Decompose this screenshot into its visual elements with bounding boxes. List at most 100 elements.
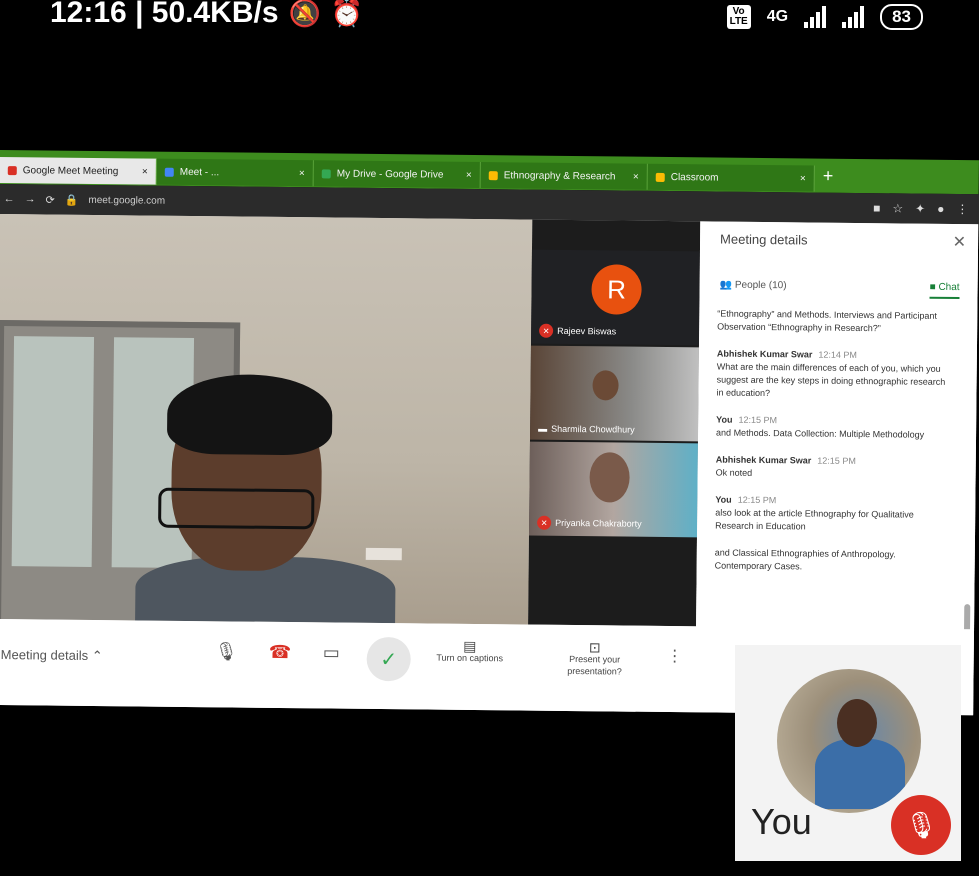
hang-up-icon[interactable]: ☎ <box>269 642 292 663</box>
self-label: You <box>751 801 812 842</box>
tab-label: Google Meet Meeting <box>22 164 119 177</box>
alarm-icon: ⏰ <box>330 0 364 28</box>
profile-icon[interactable]: ● <box>937 202 944 216</box>
meeting-details-label: Meeting details <box>0 647 89 663</box>
tab-label: Meet - ... <box>179 166 220 178</box>
speaker-hair <box>166 373 333 456</box>
chat-message: You 12:15 PM also look at the article Eth… <box>715 494 950 535</box>
camera-icon[interactable]: ▭ <box>323 642 340 663</box>
window-pane <box>11 336 95 567</box>
message-text: also look at the article Ethnography for… <box>715 507 914 532</box>
more-options-icon[interactable]: ⋮ <box>667 646 683 666</box>
url-field[interactable]: meet.google.com <box>88 194 165 206</box>
close-icon[interactable]: × <box>633 171 639 182</box>
chat-message: Abhishek Kumar Swar 12:14 PM What are the… <box>716 348 952 402</box>
tab-label: Ethnography & Research <box>503 169 616 182</box>
main-video <box>0 213 533 625</box>
tab-favicon-icon <box>7 165 17 175</box>
tab-chat[interactable]: ■ Chat <box>929 281 960 300</box>
avatar: R <box>591 264 642 315</box>
self-body <box>815 739 905 809</box>
new-tab-icon[interactable]: + <box>823 165 834 186</box>
mic-off-icon[interactable]: 🎙 <box>891 795 951 855</box>
participant-name-text: Sharmila Chowdhury <box>551 423 635 435</box>
message-text: and Methods. Data Collection: Multiple M… <box>716 427 925 440</box>
participant-face <box>589 452 630 503</box>
browser-tab[interactable]: Classroom × <box>647 163 815 192</box>
tab-people[interactable]: 👥 People (10) <box>720 280 787 298</box>
tab-favicon-icon <box>164 167 174 177</box>
tab-favicon-icon <box>655 172 665 182</box>
tab-label: Classroom <box>670 171 719 184</box>
panel-tabs: 👥 People (10) ■ Chat <box>720 280 960 300</box>
meeting-details-panel: Meeting details ✕ 👥 People (10) ■ Chat “… <box>696 221 979 645</box>
participant-strip: R ✕ Rajeev Biswas ▬ Sharmila Chowdhury ✕ Pr… <box>528 219 701 627</box>
message-text: and Classical Ethnographies of Anthropol… <box>714 547 896 572</box>
participant-face <box>592 370 619 401</box>
meeting-details-button[interactable]: Meeting details ⌃ <box>1 647 103 664</box>
tab-favicon-icon <box>321 168 331 178</box>
browser-tab[interactable]: Ethnography & Research × <box>480 162 648 190</box>
close-icon[interactable]: × <box>800 173 806 184</box>
chat-list: “Ethnography” and Methods. Interviews an… <box>714 308 952 589</box>
status-left: 12:16 | 50.4KB/s 🔕 ⏰ <box>50 0 363 30</box>
message-time: 12:15 PM <box>738 414 778 426</box>
signal-icon <box>804 6 827 28</box>
participant-name: ✕ Priyanka Chakraborty <box>537 515 642 531</box>
lock-icon: 🔒 <box>64 194 79 207</box>
message-text: What are the main differences of each of… <box>716 361 946 399</box>
author-name: You <box>715 494 732 505</box>
meet-window: R ✕ Rajeev Biswas ▬ Sharmila Chowdhury ✕ Pr… <box>0 213 979 716</box>
participant-tile[interactable]: R ✕ Rajeev Biswas <box>531 249 700 346</box>
phone-status-bar: 12:16 | 50.4KB/s 🔕 ⏰ Vo LTE 4G 83 <box>0 0 979 46</box>
microphone-icon[interactable]: 🎙 <box>215 641 238 662</box>
close-icon[interactable]: × <box>299 168 305 179</box>
mic-off-icon: ✕ <box>539 323 554 338</box>
browser-tab[interactable]: My Drive - Google Drive × <box>313 160 481 189</box>
time-speed: 12:16 | 50.4KB/s <box>50 0 279 29</box>
tab-label: My Drive - Google Drive <box>336 168 444 181</box>
close-icon[interactable]: ✕ <box>953 232 967 252</box>
tab-people-label: People (10) <box>734 279 787 292</box>
panel-title: Meeting details <box>720 231 808 248</box>
author-name: Abhishek Kumar Swar <box>715 454 812 466</box>
battery-indicator: 83 <box>880 4 923 30</box>
tab-chat-label: Chat <box>938 281 960 294</box>
captions-icon: ▤ <box>463 637 477 655</box>
participant-name: ✕ Rajeev Biswas <box>539 323 616 339</box>
forward-icon[interactable]: → <box>24 193 35 205</box>
menu-icon[interactable]: ⋮ <box>956 202 968 216</box>
camera-indicator-icon[interactable]: ■ <box>873 201 880 215</box>
participant-name-text: Priyanka Chakraborty <box>555 517 642 529</box>
star-icon[interactable]: ☆ <box>892 201 903 215</box>
browser-tab[interactable]: Meet - ... × <box>156 158 314 187</box>
author-name: You <box>716 414 733 425</box>
browser-tab[interactable]: Google Meet Meeting × <box>0 156 157 185</box>
check-icon: ✓ <box>380 648 398 671</box>
mic-on-icon: ▬ <box>538 423 548 434</box>
volte-icon: Vo LTE <box>726 5 751 29</box>
chat-message: and Classical Ethnographies of Anthropol… <box>715 547 950 575</box>
self-face <box>837 699 877 747</box>
chevron-up-icon: ⌃ <box>91 647 103 664</box>
close-icon[interactable]: × <box>466 169 472 180</box>
chat-icon: ■ <box>929 281 939 293</box>
captions-button[interactable]: ▤ Turn on captions <box>425 637 515 664</box>
network-type: 4G <box>766 8 789 25</box>
speaker-glasses <box>158 487 315 530</box>
captions-label: Turn on captions <box>436 652 504 664</box>
present-status-button[interactable]: ✓ <box>366 636 411 682</box>
participant-tile[interactable]: ▬ Sharmila Chowdhury <box>529 345 699 442</box>
present-button[interactable]: ⊡ Present your presentation? <box>550 639 640 678</box>
mic-off-icon: ✕ <box>537 515 552 530</box>
extensions-icon[interactable]: ✦ <box>915 202 925 216</box>
chat-message: “Ethnography” and Methods. Interviews an… <box>717 308 952 336</box>
reload-icon[interactable]: ⟳ <box>45 193 54 206</box>
address-icons: ■ ☆ ✦ ● ⋮ <box>873 201 968 216</box>
participant-tile[interactable]: ✕ Priyanka Chakraborty <box>528 441 698 538</box>
message-text: “Ethnography” and Methods. Interviews an… <box>717 308 937 334</box>
back-icon[interactable]: ← <box>3 193 14 205</box>
message-time: 12:14 PM <box>818 349 858 360</box>
present-screen-icon: ⊡ <box>588 639 601 656</box>
close-icon[interactable]: × <box>142 166 148 177</box>
